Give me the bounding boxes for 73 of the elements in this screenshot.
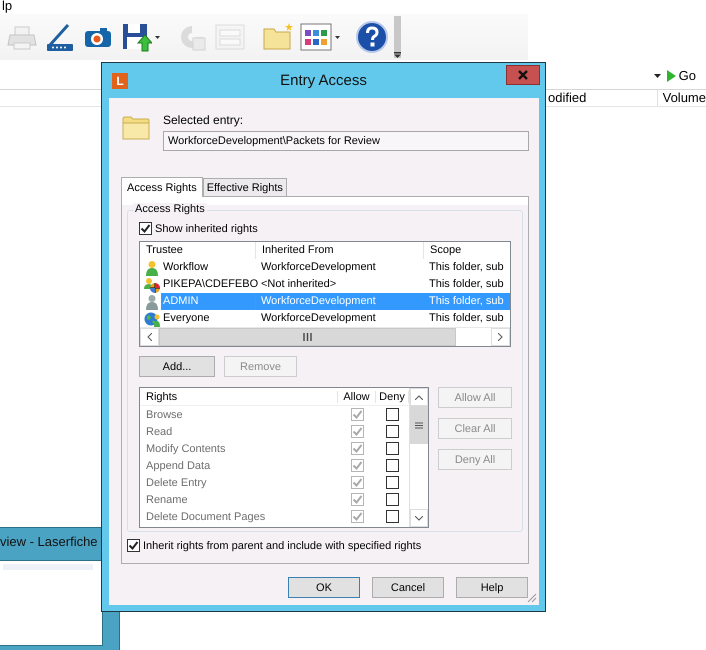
trustee-name: ADMIN [161,293,256,310]
right-name: Append Data [145,460,212,472]
grip-icon[interactable] [415,422,423,428]
vertical-scrollbar[interactable] [409,388,428,527]
trustee-name: Everyone [162,311,210,326]
inherited-from-cell-text: WorkforceDevelopment [260,260,377,275]
show-inherited-checkbox[interactable]: Show inherited rights [139,222,258,235]
inherited-from-cell-text: WorkforceDevelopment [260,294,377,309]
resize-grip-icon[interactable] [527,593,537,603]
inherit-rights-checkbox[interactable]: Inherit rights from parent and include with specified rights [127,539,422,552]
scope-cell-text: This folder, sub [428,311,505,326]
add-button[interactable]: Add... [139,356,215,377]
scanner-button[interactable] [44,21,76,53]
dialog-button[interactable]: OK [288,577,360,598]
checkbox[interactable] [127,539,140,552]
field-label: Selected entry: [163,113,244,127]
close-icon [518,70,528,80]
printer-icon [7,26,37,50]
tiles-icon [300,24,332,50]
horizontal-scrollbar[interactable] [140,327,510,346]
checkbox[interactable] [139,222,152,235]
caret-icon[interactable] [654,74,661,78]
grip-icon[interactable] [303,333,312,341]
go-button[interactable]: Go [666,68,696,83]
column-header[interactable]: Inherited From [256,242,424,259]
close-button[interactable] [506,65,540,85]
inherited-from-cell-text: <Not inherited> [260,277,338,292]
right-name: Delete Document Pages [145,510,266,522]
menu-item[interactable]: lp [2,0,12,13]
trustee-row[interactable]: PIKEPA\CDEFEBO <Not inherited> This folder, sub [140,276,510,293]
right-name: Delete Entry [145,476,208,488]
right-name: Read [145,426,174,438]
tab[interactable]: Effective Rights [202,178,287,196]
trustee-name: PIKEPA\CDEFEBO [162,277,256,292]
user-icon [146,294,158,310]
overflow-icon[interactable] [394,52,401,58]
save-icon [123,24,152,52]
inherited-from-cell-text: WorkforceDevelopment [260,311,377,326]
app-logo: L [112,72,128,88]
trustee-name: Workflow [162,260,210,275]
window-title: view - Laserfiche [0,534,98,549]
trustee-row[interactable]: Workflow WorkforceDevelopment This folder, sub [140,259,510,276]
new-folder-icon [264,23,293,50]
right-name: Modify Contents [145,442,226,454]
group-icon [144,278,161,292]
dialog-title: Entry Access [280,72,367,89]
column-header[interactable]: Trustee [140,242,256,259]
tiles-button[interactable] [300,21,340,53]
dialog-button[interactable]: Help [456,577,528,598]
right-name: Browse [145,408,184,420]
help-button[interactable] [356,21,388,53]
save-button[interactable] [120,21,160,53]
user-icon [146,260,158,276]
dialog-button[interactable]: Cancel [372,577,444,598]
group-title: Access Rights [133,203,207,215]
column-header[interactable]: Scope [424,242,510,259]
play-icon [666,70,676,82]
scope-cell-text: This folder, sub [428,277,505,292]
selected-entry-field[interactable]: WorkforceDevelopment\Packets for Review [163,131,529,151]
column-header[interactable]: odified [548,90,658,106]
scope-cell-text: This folder, sub [428,294,505,309]
right-name: Rename [145,494,189,506]
trustee-row[interactable]: Everyone WorkforceDevelopment This folder, sub [140,310,510,327]
camera-icon [85,28,111,47]
scanner-icon [47,24,73,51]
column-header[interactable]: Volume [658,90,706,106]
help-icon [356,21,388,53]
folder-icon [122,115,150,140]
form-icon [216,24,244,50]
window-preview[interactable] [0,560,103,646]
tab[interactable]: Access Rights [121,177,203,197]
globe-icon [144,312,160,326]
scope-cell-text: This folder, sub [428,260,505,275]
